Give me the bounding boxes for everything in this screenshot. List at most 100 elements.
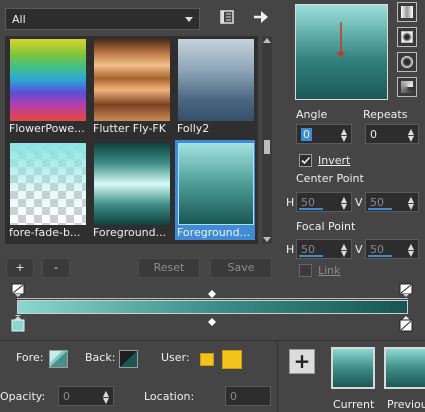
opacity-stop-right-icon[interactable]: [399, 283, 413, 297]
center-point-label: Center Point: [296, 172, 364, 185]
angle-value[interactable]: 0: [301, 128, 312, 141]
linear-gradient-icon: [401, 6, 413, 18]
location-value[interactable]: 0: [230, 390, 237, 403]
radial-style-button[interactable]: [397, 52, 417, 72]
sunburst-style-button[interactable]: [397, 77, 417, 97]
focal-v-label: V: [355, 243, 363, 256]
fore-swatch[interactable]: [49, 350, 68, 368]
spin-arrows-icon[interactable]: ▲ ▼: [408, 243, 414, 258]
scroll-down-icon[interactable]: [263, 237, 271, 242]
gradient-swatch: [178, 39, 254, 121]
gradient-swatch: [94, 39, 170, 121]
back-label: Back:: [85, 351, 116, 364]
link-checkbox[interactable]: [299, 264, 312, 277]
gradient-swatch: [178, 143, 254, 225]
arrow-right-icon[interactable]: [252, 8, 270, 26]
angle-spinner[interactable]: 0 ▲ ▼: [296, 124, 352, 144]
gradient-preview[interactable]: [295, 4, 388, 100]
repeats-value[interactable]: 0: [370, 128, 377, 141]
color-stop-right-icon[interactable]: [399, 315, 413, 333]
focal-v-level: [368, 255, 392, 257]
opacity-spinner[interactable]: 0 ▲ ▼: [58, 386, 114, 406]
rectangular-style-button[interactable]: [397, 27, 417, 47]
focal-h-spinner[interactable]: 50 ▲ ▼: [296, 239, 352, 259]
gradient-tile[interactable]: Flutter Fly-FK: [91, 36, 171, 136]
repeats-spinner[interactable]: 0 ▲ ▼: [365, 124, 419, 144]
previous-label: Previous: [387, 398, 425, 411]
library-icon[interactable]: [218, 8, 236, 26]
opacity-label: Opacity:: [0, 390, 46, 403]
scroll-thumb[interactable]: [264, 140, 270, 154]
tile-caption: Foreground...: [93, 226, 167, 239]
scroll-up-icon[interactable]: [263, 38, 271, 43]
location-label: Location:: [144, 390, 195, 403]
center-v-level: [368, 208, 392, 210]
save-button[interactable]: Save: [210, 258, 272, 278]
opacity-value[interactable]: 0: [63, 390, 70, 403]
back-gradient-icon: [120, 351, 137, 367]
linear-style-button[interactable]: [397, 2, 417, 22]
direction-arrow-icon: [337, 22, 345, 58]
checkmark-icon: [301, 156, 311, 165]
repeats-label: Repeats: [363, 108, 408, 121]
tile-caption: Flutter Fly-FK: [93, 122, 166, 135]
gradient-tile[interactable]: Folly2: [175, 36, 255, 136]
tile-caption: fore-fade-b...: [9, 226, 81, 239]
user-swatch[interactable]: [222, 350, 242, 369]
tile-caption: Folly2: [177, 122, 210, 135]
sunburst-gradient-icon: [401, 81, 413, 93]
center-v-spinner[interactable]: 50 ▲ ▼: [365, 192, 419, 212]
gradient-tile-selected[interactable]: Foreground...: [175, 140, 255, 240]
add-gradient-button[interactable]: +: [6, 258, 34, 278]
divider: [0, 340, 425, 341]
center-h-level: [299, 208, 323, 210]
link-label[interactable]: Link: [318, 264, 341, 277]
opacity-stop-left-icon[interactable]: [11, 283, 25, 297]
category-dropdown[interactable]: All: [5, 8, 200, 30]
gradient-tile[interactable]: fore-fade-b...: [7, 140, 87, 240]
spin-arrows-icon[interactable]: ▲ ▼: [341, 128, 347, 143]
spin-arrows-icon[interactable]: ▲ ▼: [408, 196, 414, 211]
opacity-track: [17, 298, 408, 299]
tile-caption: Foreground...: [177, 226, 251, 239]
fore-gradient-icon: [50, 351, 67, 367]
current-gradient-thumb[interactable]: [331, 347, 375, 389]
color-midpoint-icon[interactable]: [207, 317, 217, 327]
spin-arrows-icon[interactable]: ▲ ▼: [408, 128, 414, 143]
previous-gradient-thumb[interactable]: [384, 347, 425, 389]
spin-arrows-icon[interactable]: ▲ ▼: [341, 196, 347, 211]
tile-caption: FlowerPowe...: [9, 122, 85, 135]
gradient-swatch: [10, 39, 86, 121]
gradient-swatch: [10, 143, 86, 225]
radial-gradient-icon: [401, 56, 413, 68]
back-swatch[interactable]: [119, 350, 138, 368]
spin-arrows-icon[interactable]: ▲ ▼: [103, 390, 109, 405]
fore-label: Fore:: [16, 351, 44, 364]
reset-button[interactable]: Reset: [138, 258, 200, 278]
user-swatch-small[interactable]: [200, 353, 214, 366]
center-v-label: V: [355, 196, 363, 209]
current-label: Current: [333, 398, 375, 411]
center-h-spinner[interactable]: 50 ▲ ▼: [296, 192, 352, 212]
invert-checkbox[interactable]: [299, 154, 312, 167]
angle-label: Angle: [296, 108, 328, 121]
gradient-bar[interactable]: [17, 300, 408, 314]
user-label: User:: [161, 351, 190, 364]
gradient-swatch: [94, 143, 170, 225]
spin-arrows-icon[interactable]: ▲ ▼: [341, 243, 347, 258]
focal-v-spinner[interactable]: 50 ▲ ▼: [365, 239, 419, 259]
add-recent-button[interactable]: +: [289, 349, 315, 374]
invert-label[interactable]: Invert: [318, 154, 350, 167]
remove-gradient-button[interactable]: -: [42, 258, 70, 278]
center-h-label: H: [286, 196, 295, 209]
gradient-tile[interactable]: FlowerPowe...: [7, 36, 87, 136]
focal-h-label: H: [286, 243, 295, 256]
color-stop-left-icon[interactable]: [11, 315, 25, 333]
chevron-down-icon: [185, 17, 193, 22]
location-input[interactable]: 0: [225, 386, 271, 406]
divider: [277, 340, 278, 412]
grid-scrollbar[interactable]: [262, 36, 272, 244]
category-dropdown-value: All: [12, 13, 26, 26]
gradient-tile[interactable]: Foreground...: [91, 140, 171, 240]
focal-point-label: Focal Point: [296, 220, 356, 233]
